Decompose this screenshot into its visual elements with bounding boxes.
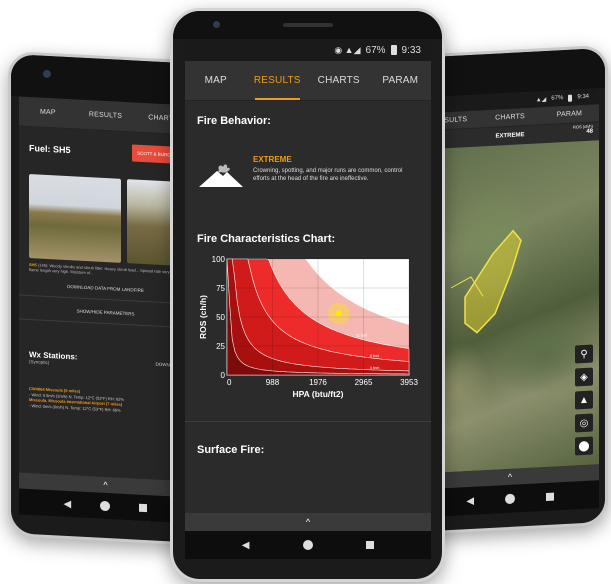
center-screen: ◉ ▲◢ 67% 9:33 MAP RESULTS CHARTS PARAM F…	[185, 39, 431, 559]
y-tick-label: 50	[216, 313, 225, 322]
main-tabbar: MAP RESULTS CHARTS PARAM	[185, 61, 431, 101]
ros-badge: ROS (ch/h) 48	[573, 124, 593, 136]
curve-label: 8 feet	[370, 354, 380, 358]
speaker-grille	[283, 23, 333, 27]
behavior-level: EXTREME	[253, 155, 292, 164]
divider	[19, 294, 192, 305]
back-icon[interactable]: ◀	[242, 540, 250, 551]
divider	[185, 421, 431, 422]
back-icon[interactable]: ◀	[64, 498, 72, 509]
home-icon[interactable]	[302, 540, 313, 550]
recents-icon[interactable]	[139, 503, 148, 513]
show-hide-parameters-link[interactable]: SHOW/HIDE PARAMETERS	[29, 306, 182, 319]
x-tick-label: 2965	[355, 378, 373, 387]
tab-results[interactable]: RESULTS	[77, 99, 135, 131]
tab-results[interactable]: RESULTS	[247, 61, 309, 100]
battery-icon	[568, 94, 573, 102]
battery-percent: 67%	[365, 44, 386, 56]
curve-label: 4 feet	[370, 366, 380, 370]
device-showcase: MAP RESULTS CHARTS Fuel: SH5 SCOTT & BUR…	[0, 0, 611, 584]
x-axis-label: HPA (btu/ft2)	[293, 389, 344, 399]
right-screen: ▲◢ 67% 9:34 RESULTS CHARTS PARAM EXTREME…	[421, 88, 599, 518]
y-axis-label: ROS (ch/h)	[198, 295, 208, 339]
current-point	[335, 310, 342, 317]
y-tick-label: 0	[221, 371, 226, 380]
pin-icon[interactable]: ⬤	[575, 436, 593, 456]
fire-characteristics-chart: 11 feet 8 feet 4 feet 0 988 1976 2965 3953 0 25 50…	[197, 253, 419, 403]
y-tick-label: 25	[216, 342, 225, 351]
tab-charts[interactable]: CHARTS	[480, 107, 539, 127]
top-bezel	[173, 11, 442, 39]
signal-icon: ▲◢	[535, 96, 547, 104]
divider	[19, 318, 192, 329]
center-phone: ◉ ▲◢ 67% 9:33 MAP RESULTS CHARTS PARAM F…	[170, 8, 445, 582]
camera-icon	[213, 21, 220, 28]
tab-param[interactable]: PARAM	[540, 104, 599, 124]
locate-icon[interactable]: ◎	[575, 413, 593, 433]
fire-perimeter	[450, 229, 522, 334]
station-list: CW4864 Missoula (5 miles) - Wind: 0.5m/s…	[29, 386, 182, 416]
results-content: Fire Behavior: EXTREME Crowning, spottin…	[185, 101, 431, 456]
x-tick-label: 1976	[309, 378, 327, 387]
y-tick-label: 100	[212, 255, 226, 264]
fire-behavior-title: Fire Behavior:	[197, 115, 271, 127]
y-tick-label: 75	[216, 284, 225, 293]
left-screen: MAP RESULTS CHARTS Fuel: SH5 SCOTT & BUR…	[19, 96, 192, 524]
navigate-icon[interactable]: ▲	[575, 390, 593, 410]
status-bar: ◉ ▲◢ 67% 9:33	[185, 39, 431, 61]
search-icon[interactable]: ⚲	[575, 344, 593, 364]
map-controls: ⚲ ◈ ▲ ◎ ⬤	[575, 344, 593, 456]
surface-fire-title: Surface Fire:	[197, 444, 265, 456]
tab-param[interactable]: PARAM	[370, 61, 432, 100]
tab-map[interactable]: MAP	[185, 61, 247, 100]
battery-icon	[390, 45, 397, 55]
x-tick-label: 988	[266, 378, 280, 387]
camera-icon	[43, 69, 51, 79]
recents-icon[interactable]	[545, 492, 554, 502]
battery-percent: 67%	[551, 95, 564, 102]
tab-map[interactable]: MAP	[19, 96, 77, 128]
terrain-map[interactable]	[421, 140, 599, 474]
chart-title: Fire Characteristics Chart:	[197, 233, 336, 245]
x-tick-label: 3953	[400, 378, 418, 387]
mountain-fire-icon	[199, 164, 243, 187]
home-icon[interactable]	[504, 493, 515, 505]
fuel-photo	[29, 173, 121, 263]
chart-svg: 11 feet 8 feet 4 feet 0 988 1976 2965 3953 0 25 50…	[198, 255, 418, 399]
signal-icon: ◉ ▲◢	[334, 44, 361, 55]
download-landfire-link[interactable]: DOWNLOAD DATA FROM LANDFIRE	[29, 282, 182, 295]
curve-label: 11 feet	[356, 334, 368, 338]
expand-chevron[interactable]: ^	[185, 513, 431, 531]
fuel-title: Fuel: SH5	[29, 142, 71, 155]
behavior-description: Crowning, spotting, and major runs are c…	[253, 168, 403, 182]
clock: 9:34	[577, 93, 589, 101]
tab-charts[interactable]: CHARTS	[308, 61, 370, 100]
layers-icon[interactable]: ◈	[575, 367, 593, 387]
recents-icon[interactable]	[366, 541, 375, 549]
ros-value: 48	[586, 128, 593, 135]
back-icon[interactable]: ◀	[466, 495, 474, 506]
x-tick-label: 0	[227, 378, 232, 387]
fire-behavior-card: EXTREME Crowning, spotting, and major ru…	[197, 155, 419, 189]
nav-bar: ◀	[185, 531, 431, 559]
clock: 9:33	[401, 44, 421, 56]
home-icon[interactable]	[100, 500, 111, 512]
